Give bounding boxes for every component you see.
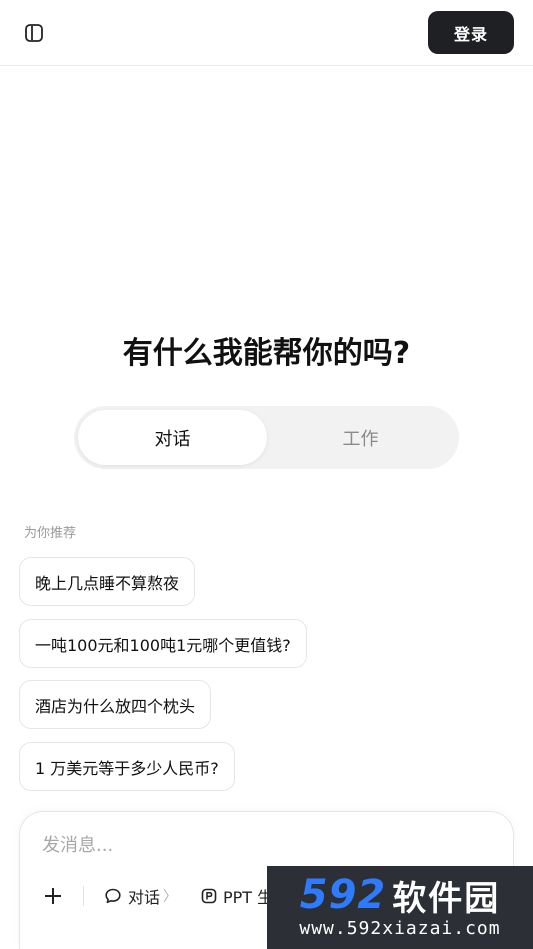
watermark-logo: 592 软件园 (267, 872, 533, 919)
chat-mode-button[interactable]: 对话 〉 (104, 882, 177, 910)
suggestion-text: 一吨100元和100吨1元哪个更值钱? (35, 635, 291, 655)
chat-mode-label: 对话 (128, 888, 161, 907)
login-button[interactable]: 登录 (428, 11, 514, 54)
suggestion-chip[interactable]: 1 万美元等于多少人民币? (19, 742, 235, 791)
add-attachment-button[interactable] (42, 885, 64, 907)
sidebar-panel-icon (25, 24, 43, 42)
tab-work[interactable]: 工作 (266, 410, 455, 465)
ppt-label: PPT 生 (223, 888, 274, 907)
chat-bubble-icon (105, 888, 121, 904)
page-title: 有什么我能帮你的吗? (122, 336, 411, 371)
mode-switch: 对话 工作 (74, 406, 459, 469)
suggestion-chip[interactable]: 酒店为什么放四个枕头 (19, 680, 212, 729)
toolbar-divider (83, 886, 84, 906)
message-input[interactable] (42, 830, 482, 860)
chevron-right-icon: 〉 (163, 889, 178, 905)
watermark-name: 软件园 (392, 878, 501, 919)
ppt-icon (201, 888, 217, 904)
app-page: 登录 有什么我能帮你的吗? 对话 工作 为你推荐 晚上几点睡不算熬夜 一吨100… (0, 0, 533, 949)
site-watermark: 592 软件园 www.592xiazai.com (267, 866, 533, 949)
tab-chat[interactable]: 对话 (78, 410, 267, 465)
plus-icon (45, 888, 61, 904)
sidebar-toggle-button[interactable] (22, 21, 46, 45)
suggestion-chip[interactable]: 晚上几点睡不算熬夜 (19, 557, 196, 606)
suggestion-text: 1 万美元等于多少人民币? (35, 758, 219, 778)
suggestion-text: 酒店为什么放四个枕头 (35, 696, 196, 716)
suggestion-chip[interactable]: 一吨100元和100吨1元哪个更值钱? (19, 619, 307, 668)
ppt-button[interactable]: PPT 生 (201, 882, 273, 910)
recommendations-label: 为你推荐 (24, 526, 77, 541)
watermark-url: www.592xiazai.com (299, 918, 501, 939)
watermark-number: 592 (299, 872, 387, 918)
top-bar: 登录 (0, 0, 533, 66)
suggestion-text: 晚上几点睡不算熬夜 (35, 573, 180, 593)
